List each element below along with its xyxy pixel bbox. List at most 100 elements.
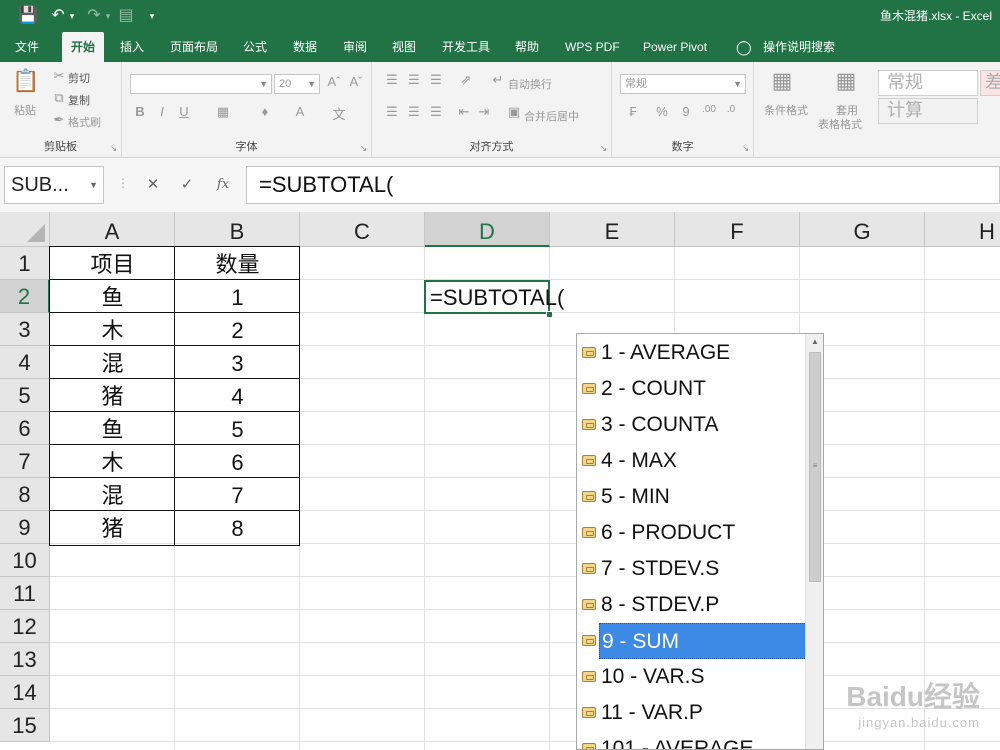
enter-button[interactable]: ✓: [172, 166, 202, 204]
cancel-button[interactable]: ✕: [138, 166, 168, 204]
percent-button[interactable]: %: [654, 104, 670, 119]
paste-icon[interactable]: 📋: [12, 68, 40, 94]
currency-icon[interactable]: ₣: [622, 104, 644, 119]
form-icon[interactable]: ▤: [114, 5, 138, 27]
list-item[interactable]: 11 - VAR.P: [577, 695, 805, 731]
cut-button[interactable]: 剪切: [68, 70, 90, 86]
list-item[interactable]: 6 - PRODUCT: [577, 515, 805, 551]
cell-b2[interactable]: 1: [175, 280, 300, 313]
merge-center-button[interactable]: 合并后居中: [524, 108, 579, 124]
worksheet-grid[interactable]: A B C D E F G H 1 2 3 4 5 6 7 8 9 10 11 …: [0, 212, 1000, 750]
number-launcher-icon[interactable]: ↘: [742, 144, 749, 153]
column-header-b[interactable]: B: [175, 212, 300, 247]
cell-a2[interactable]: 鱼: [50, 280, 175, 313]
tab-data[interactable]: 数据: [284, 32, 326, 62]
font-color-button[interactable]: A: [292, 104, 308, 119]
comma-button[interactable]: 9: [678, 104, 694, 119]
clipboard-launcher-icon[interactable]: ↘: [110, 144, 117, 153]
decrease-decimal-icon[interactable]: .0: [722, 104, 740, 115]
column-header-d[interactable]: D: [425, 212, 550, 247]
column-header-e[interactable]: E: [550, 212, 675, 247]
column-header-h[interactable]: H: [925, 212, 1000, 247]
redo-dropdown-icon[interactable]: ▾: [102, 5, 114, 27]
cell-b9[interactable]: 8: [175, 511, 300, 544]
align-left-icon[interactable]: ☰: [382, 104, 402, 120]
name-box[interactable]: SUB... ▼: [4, 166, 104, 204]
tab-page-layout[interactable]: 页面布局: [161, 32, 227, 62]
row-header-11[interactable]: 11: [0, 577, 50, 610]
list-item-selected[interactable]: 9 - SUM: [577, 623, 807, 659]
cell-b6[interactable]: 5: [175, 412, 300, 445]
save-icon[interactable]: 💾: [16, 5, 40, 27]
align-middle-icon[interactable]: ☰: [404, 72, 424, 88]
align-top-icon[interactable]: ☰: [382, 72, 402, 88]
row-header-10[interactable]: 10: [0, 544, 50, 577]
row-header-8[interactable]: 8: [0, 478, 50, 511]
list-item[interactable]: 7 - STDEV.S: [577, 551, 805, 587]
font-launcher-icon[interactable]: ↘: [360, 144, 367, 153]
style-calculation[interactable]: 计算: [878, 98, 978, 124]
bold-button[interactable]: B: [132, 104, 148, 119]
increase-indent-icon[interactable]: ⇥: [474, 104, 494, 120]
copy-button[interactable]: 复制: [68, 92, 90, 108]
row-header-3[interactable]: 3: [0, 313, 50, 346]
column-header-g[interactable]: G: [800, 212, 925, 247]
cell-a4[interactable]: 混: [50, 346, 175, 379]
row-header-14[interactable]: 14: [0, 676, 50, 709]
borders-icon[interactable]: ▦: [214, 104, 232, 120]
grow-font-icon[interactable]: Aˆ: [324, 74, 344, 89]
list-item[interactable]: 10 - VAR.S: [577, 659, 805, 695]
cell-a1[interactable]: 项目: [50, 247, 175, 280]
alignment-launcher-icon[interactable]: ↘: [600, 144, 607, 153]
phonetic-icon[interactable]: 文: [328, 104, 350, 123]
conditional-format-button[interactable]: 条件格式: [764, 102, 808, 118]
list-item[interactable]: 1 - AVERAGE: [577, 335, 805, 371]
underline-button[interactable]: U: [176, 104, 192, 119]
list-item[interactable]: 5 - MIN: [577, 479, 805, 515]
row-header-5[interactable]: 5: [0, 379, 50, 412]
row-header-15[interactable]: 15: [0, 709, 50, 742]
row-header-1[interactable]: 1: [0, 247, 50, 280]
select-all-button[interactable]: [0, 212, 50, 247]
shrink-font-icon[interactable]: Aˇ: [346, 74, 366, 89]
column-header-c[interactable]: C: [300, 212, 425, 247]
style-normal[interactable]: 常规: [878, 70, 978, 96]
formula-bar-grip[interactable]: ⋮: [117, 176, 129, 190]
tell-me-search[interactable]: 操作说明搜索: [754, 32, 844, 62]
cell-b4[interactable]: 3: [175, 346, 300, 379]
font-size-combo[interactable]: 20 ▼: [274, 74, 320, 94]
cell-b5[interactable]: 4: [175, 379, 300, 412]
dropdown-scrollbar[interactable]: ▲ ≡: [805, 334, 823, 749]
cell-d2-edit-text[interactable]: =SUBTOTAL(: [430, 282, 564, 314]
tab-power-pivot[interactable]: Power Pivot: [634, 32, 716, 62]
tab-formulas[interactable]: 公式: [234, 32, 276, 62]
tab-wps-pdf[interactable]: WPS PDF: [556, 32, 629, 62]
number-format-combo[interactable]: 常规 ▼: [620, 74, 746, 94]
cell-b1[interactable]: 数量: [175, 247, 300, 280]
cell-a8[interactable]: 混: [50, 478, 175, 511]
row-header-13[interactable]: 13: [0, 643, 50, 676]
cell-a9[interactable]: 猪: [50, 511, 175, 544]
cell-a7[interactable]: 木: [50, 445, 175, 478]
undo-dropdown-icon[interactable]: ▾: [66, 5, 78, 27]
row-header-12[interactable]: 12: [0, 610, 50, 643]
italic-button[interactable]: I: [154, 104, 170, 119]
wrap-text-button[interactable]: 自动换行: [508, 76, 552, 92]
align-center-icon[interactable]: ☰: [404, 104, 424, 120]
tab-developer[interactable]: 开发工具: [433, 32, 499, 62]
row-header-4[interactable]: 4: [0, 346, 50, 379]
paste-button[interactable]: 粘贴: [14, 102, 36, 118]
tab-insert[interactable]: 插入: [111, 32, 153, 62]
decrease-indent-icon[interactable]: ⇤: [454, 104, 474, 120]
row-header-7[interactable]: 7: [0, 445, 50, 478]
column-header-f[interactable]: F: [675, 212, 800, 247]
fill-color-icon[interactable]: ♦: [256, 104, 274, 119]
list-item[interactable]: 4 - MAX: [577, 443, 805, 479]
increase-decimal-icon[interactable]: .00: [700, 104, 718, 115]
font-name-combo[interactable]: ▼: [130, 74, 272, 94]
list-item[interactable]: 8 - STDEV.P: [577, 587, 805, 623]
cell-b7[interactable]: 6: [175, 445, 300, 478]
scrollbar-thumb[interactable]: ≡: [809, 352, 821, 582]
cell-a5[interactable]: 猪: [50, 379, 175, 412]
customize-toolbar-icon[interactable]: ▾: [144, 5, 160, 27]
